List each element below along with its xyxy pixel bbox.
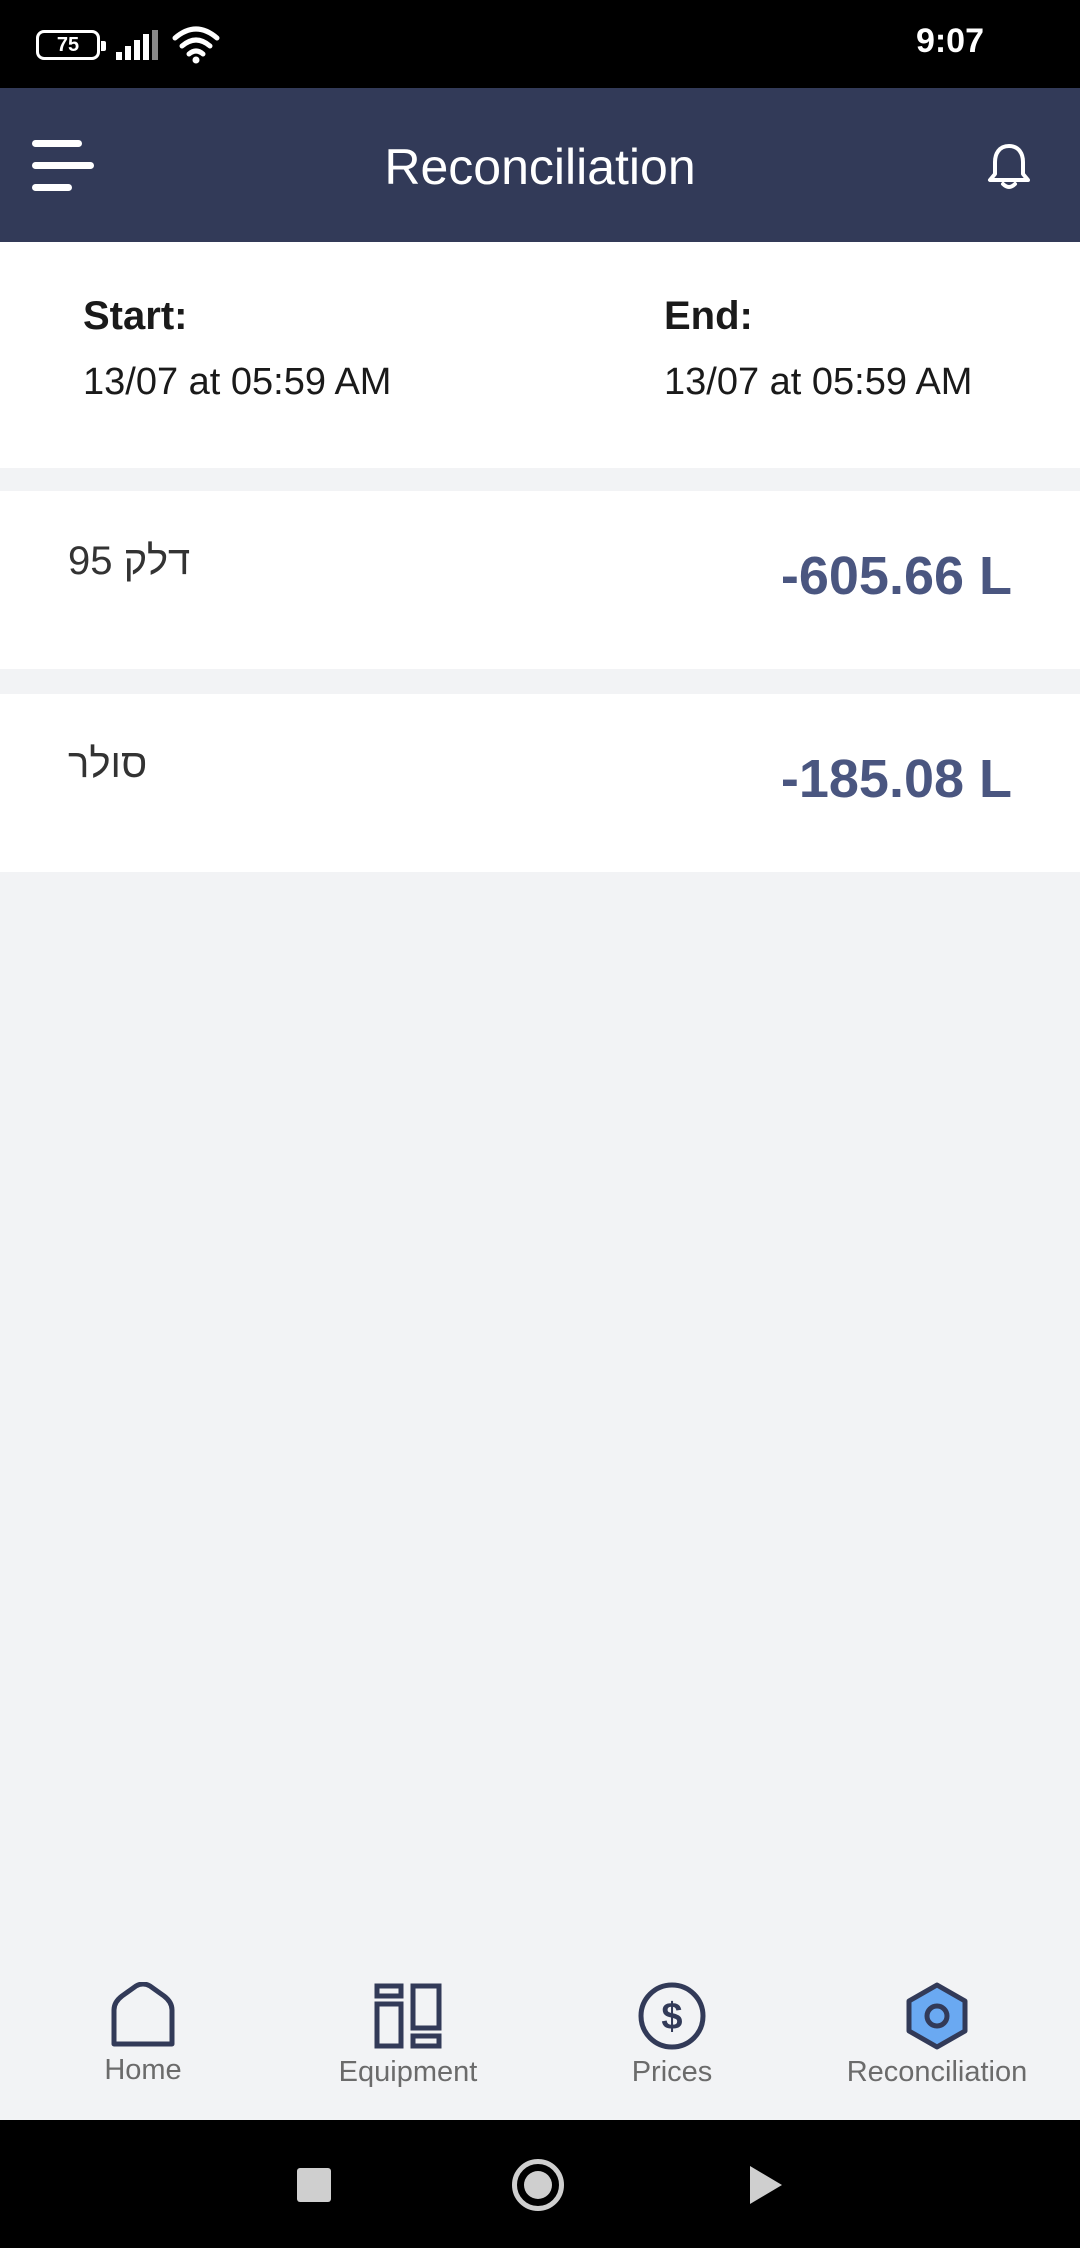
end-value: 13/07 at 05:59 AM <box>664 361 973 403</box>
nav-equipment[interactable]: Equipment <box>283 1982 533 2112</box>
dollar-icon: $ <box>638 1982 706 2050</box>
app-header: Reconciliation <box>0 88 1080 242</box>
fuel-row[interactable]: דלק 95 -605.66 L <box>0 491 1080 669</box>
back-button[interactable] <box>750 2166 782 2204</box>
period-card: Start: 13/07 at 05:59 AM End: 13/07 at 0… <box>0 242 1080 468</box>
battery-level: 75 <box>56 34 80 56</box>
nav-prices[interactable]: $ Prices <box>547 1982 797 2112</box>
wifi-icon <box>172 26 220 64</box>
end-label: End: <box>664 294 753 338</box>
nav-reconciliation[interactable]: Reconciliation <box>812 1982 1062 2112</box>
fuel-name: דלק 95 <box>68 539 191 583</box>
signal-icon <box>116 30 158 60</box>
svg-text:$: $ <box>661 1996 682 2038</box>
fuel-name: סולר <box>68 742 148 786</box>
bell-icon[interactable] <box>986 142 1032 192</box>
page-title: Reconciliation <box>384 139 696 195</box>
nav-prices-label: Prices <box>631 2056 713 2088</box>
nav-equipment-label: Equipment <box>338 2056 478 2088</box>
status-bar: 75 9:07 <box>0 0 1080 88</box>
android-nav-bar <box>0 2120 1080 2248</box>
nav-home-label: Home <box>104 2054 182 2086</box>
hexagon-icon <box>906 1982 968 2050</box>
start-label: Start: <box>83 294 188 338</box>
nav-reconciliation-label: Reconciliation <box>846 2056 1028 2088</box>
equipment-icon <box>374 1983 442 2049</box>
bottom-nav: Home Equipment $ Prices Reconciliation <box>0 1960 1080 2120</box>
battery-icon: 75 <box>36 30 106 60</box>
fuel-value: -185.08 L <box>780 749 1012 809</box>
nav-home[interactable]: Home <box>18 1982 268 2112</box>
start-value: 13/07 at 05:59 AM <box>83 361 392 403</box>
home-button[interactable] <box>512 2159 564 2211</box>
fuel-value: -605.66 L <box>780 546 1012 606</box>
end-section: End: 13/07 at 05:59 AM <box>664 294 972 404</box>
home-icon <box>111 1982 175 2047</box>
status-time: 9:07 <box>915 22 984 60</box>
recents-button[interactable] <box>297 2168 331 2202</box>
fuel-row[interactable]: סולר -185.08 L <box>0 694 1080 872</box>
start-section: Start: 13/07 at 05:59 AM <box>83 294 391 404</box>
